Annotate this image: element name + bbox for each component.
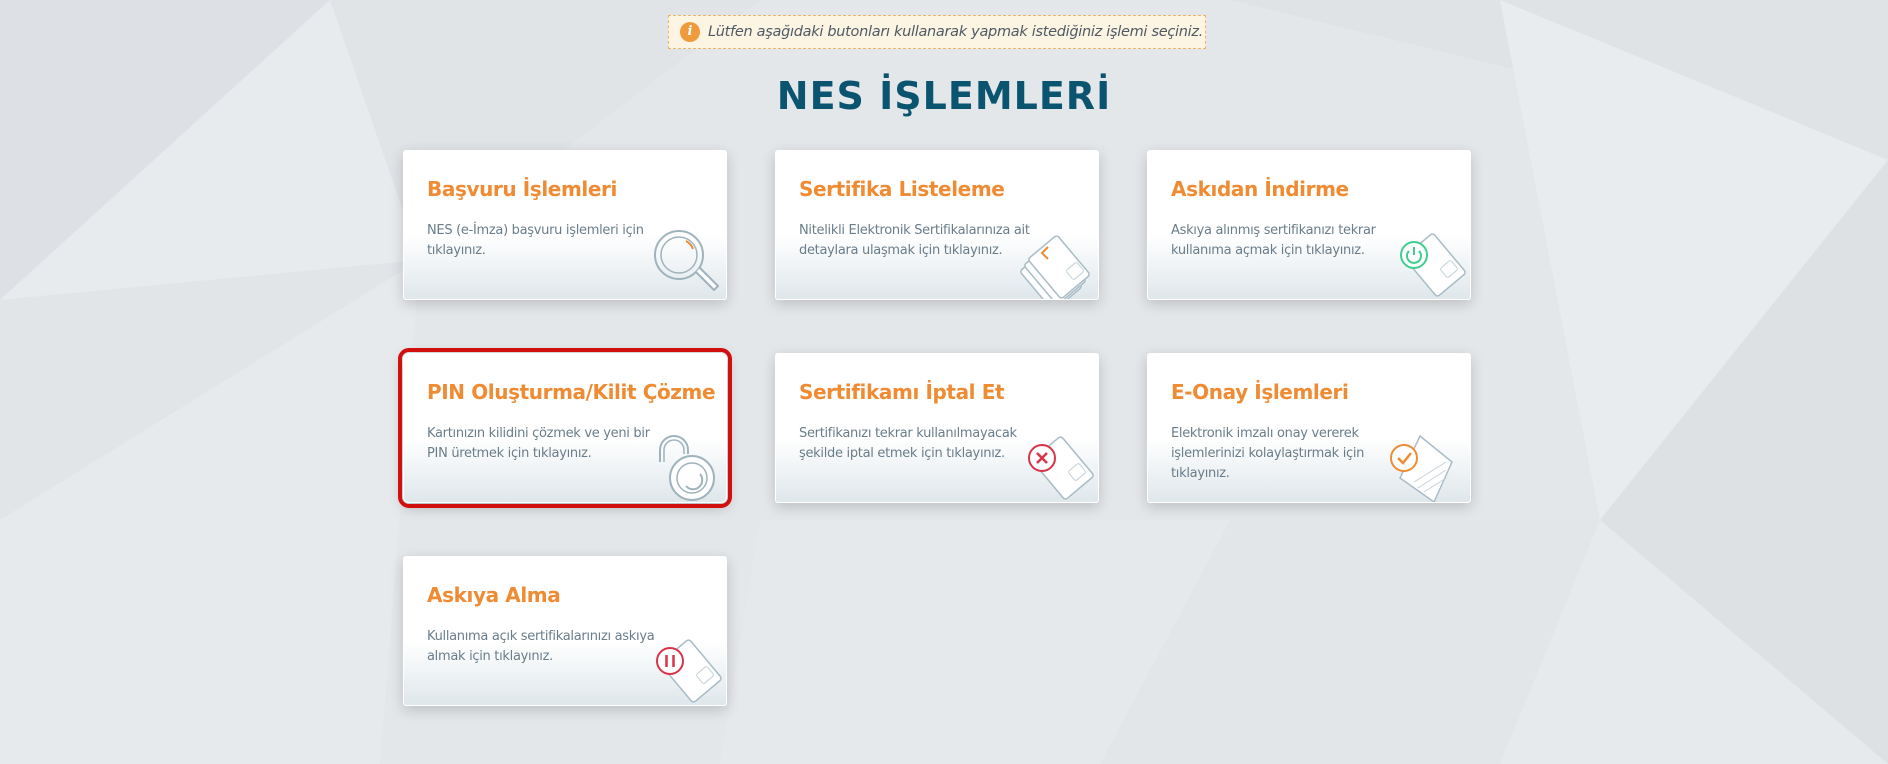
- card-description: Kullanıma açık sertifikalarınızı askıya …: [427, 629, 655, 664]
- card-title: E-Onay İşlemleri: [1171, 380, 1349, 404]
- padlock-icon: [659, 435, 715, 501]
- sertifika-iptal-card[interactable]: Sertifikamı İptal Et Sertifikanızı tekra…: [775, 353, 1099, 503]
- card-title: Sertifikamı İptal Et: [799, 380, 1005, 404]
- document-check-icon: [1390, 434, 1453, 502]
- card-description: Askıya alınmış sertifikanızı tekrar kull…: [1171, 223, 1376, 258]
- card-title: Askıya Alma: [427, 583, 561, 607]
- card-title: PIN Oluşturma/Kilit Çözme: [427, 380, 716, 404]
- magnifier-icon: [654, 230, 719, 291]
- card-description: Kartınızın kilidini çözmek ve yeni bir P…: [427, 426, 650, 461]
- card-title: Sertifika Listeleme: [799, 177, 1005, 201]
- card-description: Nitelikli Elektronik Sertifikalarınıza a…: [799, 223, 1030, 258]
- card-pause-icon: [656, 639, 722, 703]
- notice-text: Lütfen aşağıdaki butonları kullanarak ya…: [708, 24, 1203, 40]
- basvuru-islemleri-card[interactable]: Başvuru İşlemleri NES (e-İmza) başvuru i…: [403, 150, 727, 300]
- askiya-alma-card[interactable]: Askıya Alma Kullanıma açık sertifikaları…: [403, 556, 727, 706]
- card-cancel-icon: [1028, 436, 1094, 500]
- card-title: Askıdan İndirme: [1171, 177, 1349, 201]
- e-onay-card[interactable]: E-Onay İşlemleri Elektronik imzalı onay …: [1147, 353, 1471, 503]
- card-list-icon: [1020, 235, 1090, 299]
- info-notice: i Lütfen aşağıdaki butonları kullanarak …: [668, 15, 1206, 49]
- info-icon: i: [680, 22, 700, 42]
- askidan-indirme-card[interactable]: Askıdan İndirme Askıya alınmış sertifika…: [1147, 150, 1471, 300]
- card-description: NES (e-İmza) başvuru işlemleri için tıkl…: [427, 223, 644, 258]
- card-title: Başvuru İşlemleri: [427, 177, 617, 201]
- page-title: NES İŞLEMLERİ: [776, 74, 1112, 118]
- card-description: Elektronik imzalı onay vererek işlemleri…: [1171, 426, 1365, 481]
- sertifika-listeleme-card[interactable]: Sertifika Listeleme Nitelikli Elektronik…: [775, 150, 1099, 300]
- pin-olusturma-card[interactable]: PIN Oluşturma/Kilit Çözme Kartınızın kil…: [398, 348, 732, 508]
- card-power-icon: [1400, 233, 1466, 297]
- card-description: Sertifikanızı tekrar kullanılmayacak şek…: [799, 426, 1017, 461]
